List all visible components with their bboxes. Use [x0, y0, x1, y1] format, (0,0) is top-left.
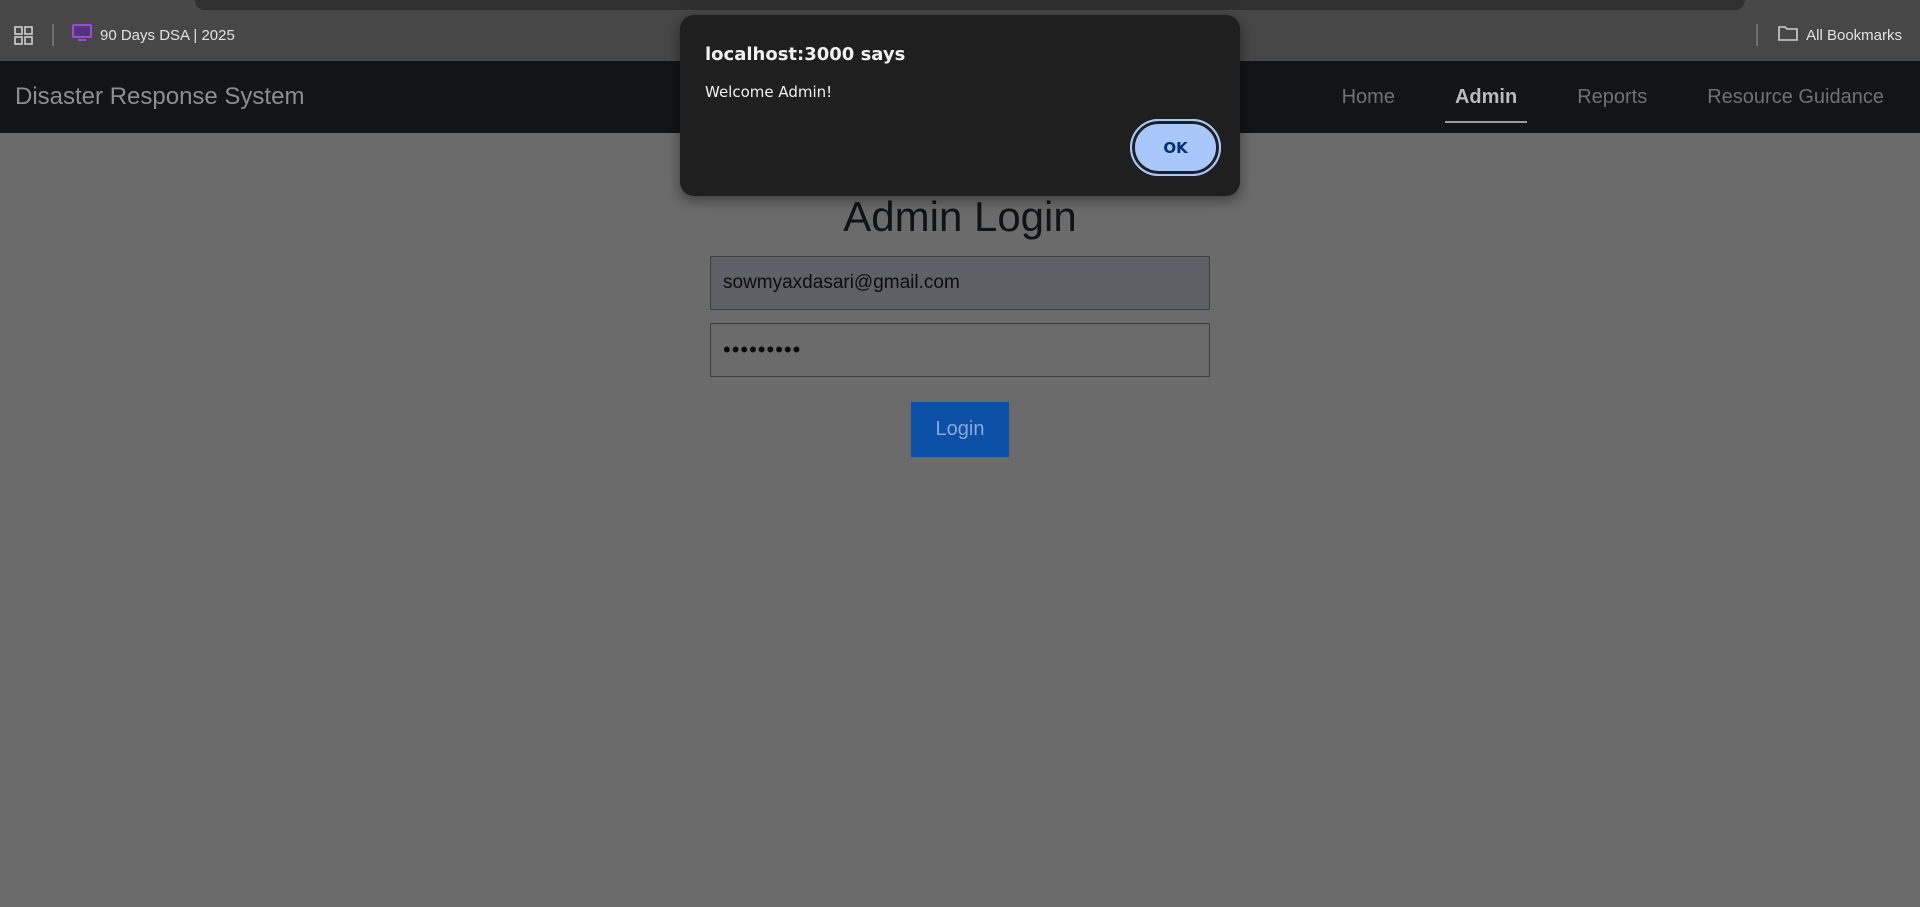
nav-link-resource-guidance[interactable]: Resource Guidance	[1697, 61, 1894, 133]
login-button[interactable]: Login	[911, 402, 1009, 457]
all-bookmarks-button[interactable]: All Bookmarks	[1778, 22, 1902, 48]
dialog-title: localhost:3000 says	[705, 44, 906, 65]
bookmarks-separator	[1756, 24, 1758, 46]
dialog-message: Welcome Admin!	[705, 83, 833, 101]
bookmark-90-days-dsa[interactable]: 90 Days DSA | 2025	[72, 22, 235, 48]
nav-link-reports[interactable]: Reports	[1567, 61, 1657, 133]
page-title: Admin Login	[843, 193, 1077, 240]
nav-links: Home Admin Reports Resource Guidance	[1292, 61, 1894, 133]
screen-icon	[72, 24, 92, 46]
apps-grid-icon[interactable]	[14, 26, 33, 45]
nav-link-home[interactable]: Home	[1332, 61, 1405, 133]
bookmark-label: 90 Days DSA | 2025	[100, 26, 235, 44]
password-field[interactable]	[710, 323, 1210, 377]
folder-icon	[1778, 25, 1798, 45]
brand-title[interactable]: Disaster Response System	[15, 83, 304, 111]
ok-button[interactable]: OK	[1130, 119, 1221, 176]
bookmarks-separator	[52, 24, 54, 46]
address-bar[interactable]	[195, 0, 1745, 10]
email-field[interactable]	[710, 256, 1210, 310]
alert-dialog: localhost:3000 says Welcome Admin! OK	[680, 15, 1240, 196]
all-bookmarks-label: All Bookmarks	[1806, 26, 1902, 44]
nav-link-admin[interactable]: Admin	[1444, 61, 1528, 133]
